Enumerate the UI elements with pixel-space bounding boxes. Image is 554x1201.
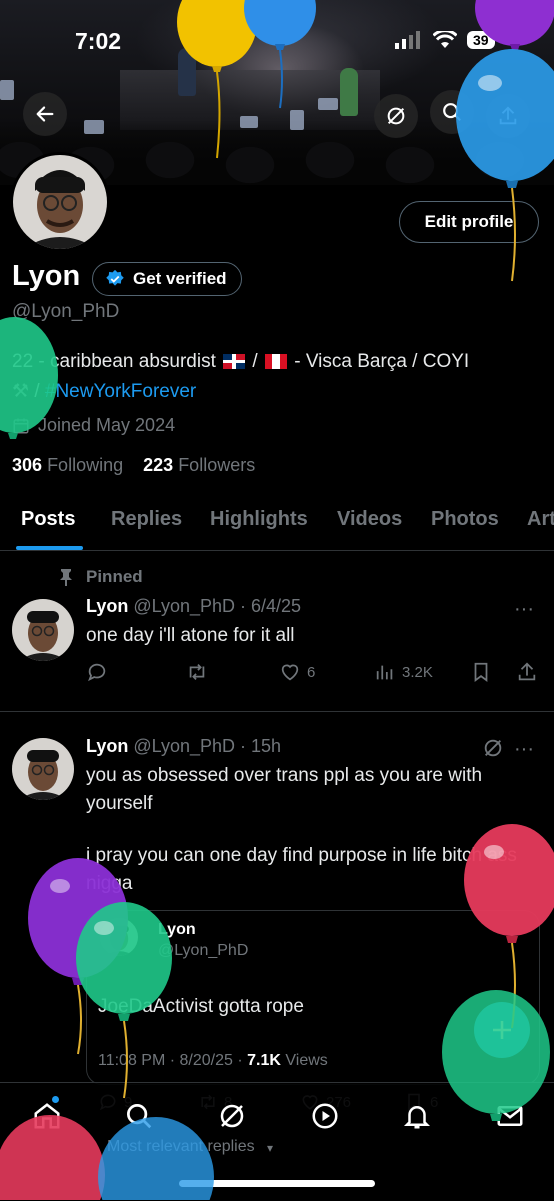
tab-art[interactable]: Art (527, 508, 554, 531)
views-button[interactable]: 3.2K (374, 661, 433, 683)
get-verified-label: Get verified (133, 269, 227, 288)
tab-highlights[interactable]: Highlights (210, 508, 308, 531)
notification-dot (52, 1096, 59, 1103)
repost-button[interactable] (186, 661, 208, 683)
arrow-left-icon (36, 106, 54, 122)
post-text: one day i'll atone for it all (86, 625, 295, 646)
phone-image (290, 110, 304, 130)
phone-image (318, 98, 338, 110)
post-meta: Lyon @Lyon_PhD · 6/4/25 (86, 596, 301, 617)
post-text: you as obsessed over trans ppl as you ar… (86, 765, 483, 814)
more-options-icon[interactable]: ··· (514, 738, 534, 761)
view-count: 3.2K (402, 663, 433, 681)
back-button[interactable] (23, 92, 67, 136)
hashtag-link[interactable]: #NewYorkForever (45, 381, 196, 402)
signal-icon (395, 31, 420, 49)
phone-image (84, 120, 104, 134)
post-divider (0, 711, 554, 712)
views-icon (376, 665, 393, 680)
quote-views-count: 7.1K (247, 1052, 281, 1069)
quote-views-label: Views (285, 1052, 328, 1069)
post-avatar[interactable] (12, 599, 74, 661)
repost-icon (189, 664, 205, 680)
post-author[interactable]: Lyon (86, 736, 128, 756)
like-count: 6 (307, 663, 316, 681)
grok-button[interactable] (374, 94, 418, 138)
pinned-header: Pinned (58, 567, 143, 587)
followers-link[interactable]: 223 Followers (143, 455, 255, 475)
post-author[interactable]: Lyon (86, 596, 128, 616)
reply-icon (88, 663, 106, 682)
share-icon (518, 662, 536, 681)
grok-icon[interactable] (217, 1101, 247, 1131)
bookmark-button[interactable] (470, 661, 492, 683)
grok-icon[interactable] (482, 737, 504, 759)
like-button[interactable]: 6 (279, 661, 315, 683)
avatar-image (12, 599, 74, 661)
heart-icon (281, 664, 299, 681)
video-icon[interactable] (310, 1101, 340, 1131)
post-avatar[interactable] (12, 738, 74, 800)
active-tab-indicator (16, 546, 83, 550)
post-meta: Lyon @Lyon_PhD · 15h (86, 736, 281, 757)
status-time: 7:02 (75, 28, 122, 54)
bio-separator: / (252, 351, 258, 372)
bell-icon[interactable] (402, 1101, 432, 1131)
tab-replies[interactable]: Replies (111, 508, 182, 531)
balloon-decoration (442, 990, 550, 1121)
avatar-image (12, 738, 74, 800)
tab-photos[interactable]: Photos (431, 508, 499, 531)
followers-count: 223 (143, 455, 174, 475)
balloon-decoration (244, 0, 316, 109)
bookmark-icon (474, 662, 488, 682)
more-options-icon[interactable]: ··· (514, 598, 534, 621)
pinned-label: Pinned (86, 567, 143, 586)
dominican-flag-icon (223, 354, 246, 370)
performer-image (340, 68, 358, 116)
post-handle-time: @Lyon_PhD · 6/4/25 (133, 596, 302, 616)
profile-tabs: Posts Replies Highlights Videos Photos A… (0, 500, 554, 551)
followers-label: Followers (178, 455, 256, 475)
avatar-image (13, 155, 107, 249)
tab-videos[interactable]: Videos (337, 508, 402, 531)
phone-image (0, 80, 14, 100)
profile-bio: 22 - caribbean absurdist / - Visca Barça… (12, 347, 542, 407)
get-verified-button[interactable]: Get verified (92, 262, 242, 296)
bio-text-suffix: - Visca Barça / COYI (294, 351, 470, 372)
grok-icon (387, 107, 405, 125)
verified-badge-icon (106, 269, 124, 286)
post-actions: 6 3.2K (86, 660, 540, 684)
tab-posts[interactable]: Posts (21, 508, 75, 531)
balloon-decoration (98, 1117, 214, 1200)
peru-flag-icon (264, 354, 287, 370)
balloon-decoration (76, 902, 172, 1099)
chevron-down-icon: ▾ (267, 1141, 274, 1155)
balloon-decoration (456, 49, 554, 282)
share-button[interactable] (516, 661, 538, 683)
profile-name: Lyon (12, 260, 81, 292)
balloon-decoration (0, 1115, 105, 1200)
post-handle-time: @Lyon_PhD · 15h (133, 736, 282, 756)
reply-button[interactable] (86, 661, 108, 683)
profile-avatar[interactable] (10, 152, 110, 252)
pin-icon (60, 569, 72, 586)
balloon-decoration (0, 317, 58, 439)
